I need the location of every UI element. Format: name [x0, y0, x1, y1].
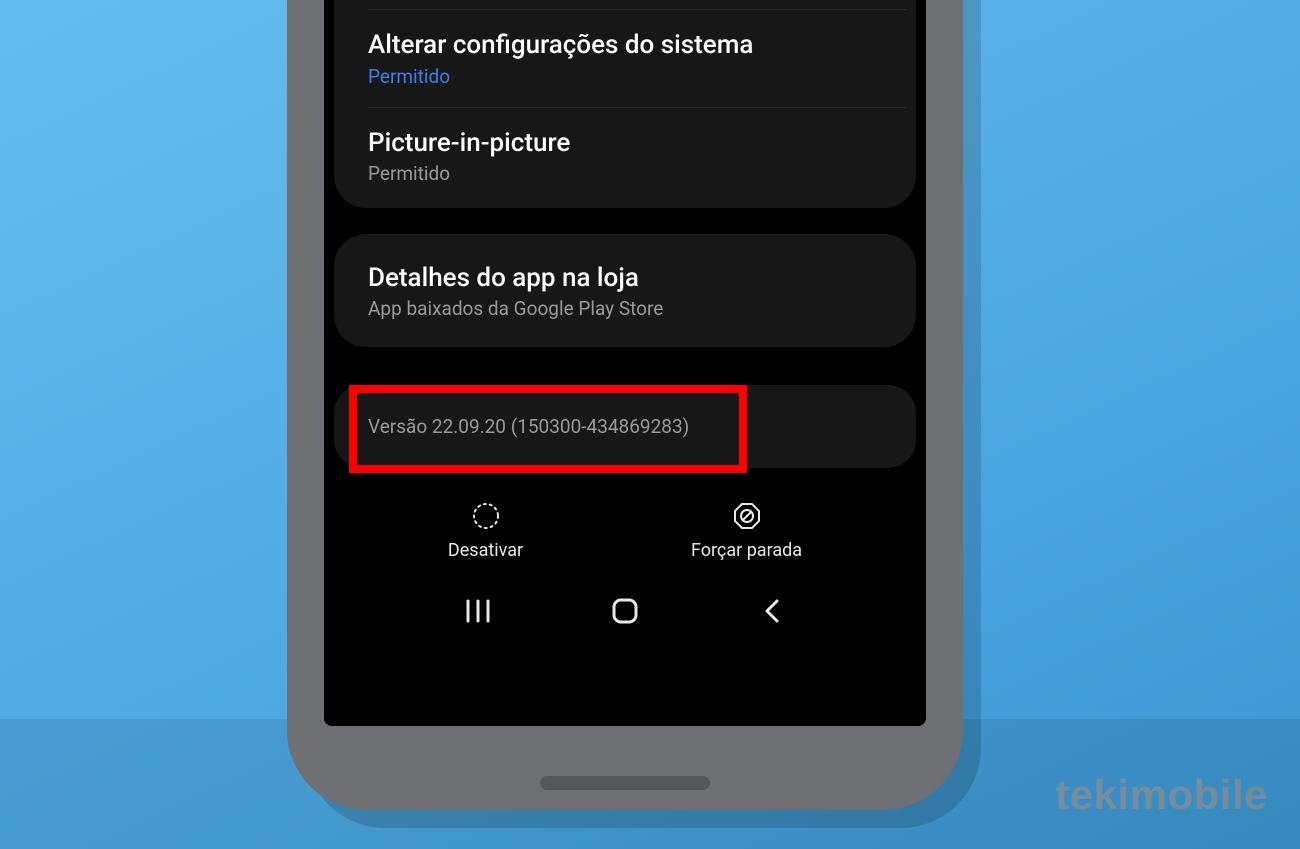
- setting-title: Alterar configurações do sistema: [368, 29, 882, 62]
- home-icon: [612, 598, 638, 624]
- recents-button[interactable]: [453, 591, 503, 631]
- action-bar: Desativar Forçar parada: [324, 478, 926, 569]
- setting-subtitle: Permitido: [368, 66, 882, 89]
- stop-icon: [733, 502, 761, 530]
- setting-subtitle: Permitido: [368, 163, 882, 186]
- recents-icon: [464, 599, 492, 623]
- disable-label: Desativar: [448, 540, 523, 561]
- back-button[interactable]: [747, 591, 797, 631]
- version-card[interactable]: Versão 22.09.20 (150300-434869283): [334, 385, 916, 468]
- version-label: Versão 22.09.20 (150300-434869283): [334, 385, 916, 468]
- setting-title: Picture-in-picture: [368, 127, 882, 160]
- setting-picture-in-picture[interactable]: Picture-in-picture Permitido: [334, 107, 916, 204]
- store-subtitle: App baixados da Google Play Store: [368, 298, 882, 321]
- system-navbar: [324, 569, 926, 641]
- permissions-card: Aparecer sobre outros Ativado Alterar co…: [334, 0, 916, 208]
- setting-modify-system[interactable]: Alterar configurações do sistema Permiti…: [334, 9, 916, 106]
- store-title: Detalhes do app na loja: [368, 262, 882, 295]
- home-indicator: [540, 776, 710, 790]
- force-stop-button[interactable]: Forçar parada: [691, 502, 802, 561]
- force-stop-label: Forçar parada: [691, 540, 802, 561]
- store-details-card[interactable]: Detalhes do app na loja App baixados da …: [334, 234, 916, 347]
- home-button[interactable]: [600, 591, 650, 631]
- background: Aparecer sobre outros Ativado Alterar co…: [0, 0, 1300, 849]
- watermark: tekimobile: [1055, 771, 1268, 819]
- disable-icon: [472, 502, 500, 530]
- phone-screen: Aparecer sobre outros Ativado Alterar co…: [324, 0, 926, 726]
- phone-frame: Aparecer sobre outros Ativado Alterar co…: [287, 0, 963, 810]
- disable-button[interactable]: Desativar: [448, 502, 523, 561]
- back-icon: [762, 597, 782, 625]
- settings-content: Aparecer sobre outros Ativado Alterar co…: [324, 0, 926, 641]
- setting-appear-on-top[interactable]: Aparecer sobre outros Ativado: [334, 0, 916, 9]
